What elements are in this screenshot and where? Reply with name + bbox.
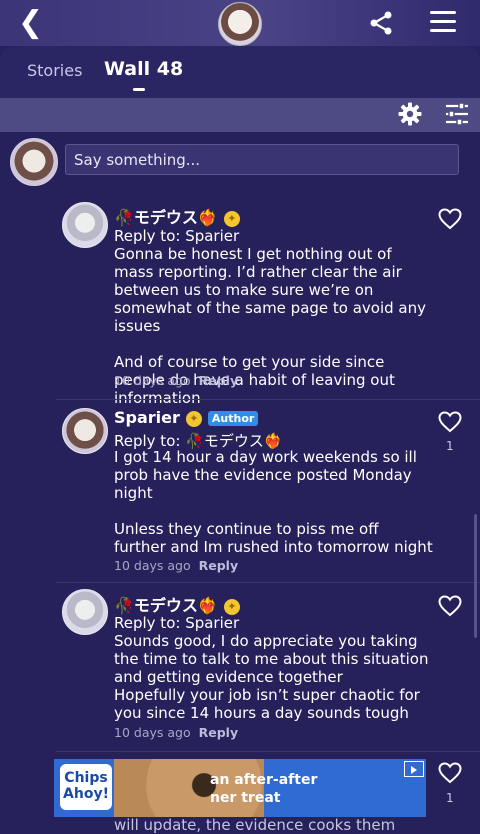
hamburger-menu-icon[interactable]	[430, 11, 456, 33]
commenter-name-text: 🥀モデウス❤️‍🔥	[114, 596, 218, 615]
author-badge: Author	[207, 411, 259, 426]
comment-item: Sparier ✦ Author Reply to: 🥀モデウス❤️‍🔥 I got…	[0, 400, 480, 580]
like-heart-icon[interactable]	[438, 595, 462, 617]
commenter-avatar[interactable]	[62, 202, 108, 248]
level-badge-icon: ✦	[223, 598, 240, 615]
reply-button[interactable]: Reply	[199, 725, 238, 740]
sliders-icon[interactable]	[445, 103, 469, 125]
adchoices-icon[interactable]	[404, 761, 424, 777]
ad-text: an after-after ner treat	[210, 771, 317, 807]
commenter-avatar[interactable]	[62, 408, 108, 454]
tab-bar: Stories Wall 48	[0, 46, 480, 98]
active-tab-indicator	[133, 88, 145, 91]
commenter-name[interactable]: Sparier ✦ Author	[114, 408, 259, 427]
ad-text-line-1: an after-after	[210, 772, 318, 788]
comment-text: Sounds good, I do appreciate you taking …	[114, 632, 429, 722]
reply-button[interactable]: Reply	[199, 373, 238, 388]
comment-time: 10 days ago	[114, 725, 191, 740]
comment-item: 🥀モデウス❤️‍🔥 ✦ Reply to: Sparier Sounds good…	[0, 583, 480, 751]
comment-text: I got 14 hour a day work weekends so ill…	[114, 448, 433, 556]
comment-time: 10 days ago	[114, 558, 191, 573]
comment-time: 10 days ago	[114, 373, 191, 388]
tab-stories[interactable]: Stories	[27, 61, 82, 80]
comment-meta: 10 days ago Reply	[114, 373, 238, 388]
gear-icon[interactable]	[398, 102, 422, 126]
my-avatar	[10, 138, 58, 186]
scrollbar[interactable]	[474, 514, 477, 638]
share-icon[interactable]	[368, 10, 394, 36]
wall-toolbar	[0, 98, 480, 132]
comment-composer: Say something...	[0, 132, 480, 194]
comment-item: 🥀モデウス❤️‍🔥 ✦ Reply to: Sparier Gonna be ho…	[0, 194, 480, 407]
commenter-name[interactable]: 🥀モデウス❤️‍🔥 ✦	[114, 204, 240, 228]
commenter-name[interactable]: 🥀モデウス❤️‍🔥 ✦	[114, 592, 240, 616]
like-heart-icon[interactable]	[438, 762, 462, 784]
comment-meta: 10 days ago Reply	[114, 725, 238, 740]
like-count: 1	[446, 791, 454, 805]
partial-comment-text: will update, the evidence cooks them	[114, 816, 396, 834]
like-count: 1	[446, 439, 454, 453]
community-avatar[interactable]	[218, 2, 262, 46]
reply-button[interactable]: Reply	[199, 558, 238, 573]
like-heart-icon[interactable]	[438, 208, 462, 230]
comment-meta: 10 days ago Reply	[114, 558, 238, 573]
reply-to-label: Reply to: Sparier	[114, 227, 240, 245]
tab-wall[interactable]: Wall 48	[104, 58, 183, 80]
commenter-avatar[interactable]	[62, 589, 108, 635]
commenter-name-text: 🥀モデウス❤️‍🔥	[114, 208, 218, 227]
level-badge-icon: ✦	[223, 210, 240, 227]
level-badge-icon: ✦	[185, 410, 202, 427]
like-heart-icon[interactable]	[438, 411, 462, 433]
reply-to-label: Reply to: Sparier	[114, 614, 240, 632]
back-icon[interactable]: ❮	[18, 6, 43, 40]
comment-input[interactable]: Say something...	[65, 144, 459, 175]
top-bar: ❮	[0, 0, 480, 46]
commenter-name-text: Sparier	[114, 408, 180, 427]
comment-divider	[56, 751, 480, 752]
ad-text-line-2: ner treat	[210, 790, 281, 806]
ad-banner[interactable]: Chips Ahoy! an after-after ner treat	[54, 759, 426, 817]
brand-logo: Chips Ahoy!	[60, 764, 112, 810]
